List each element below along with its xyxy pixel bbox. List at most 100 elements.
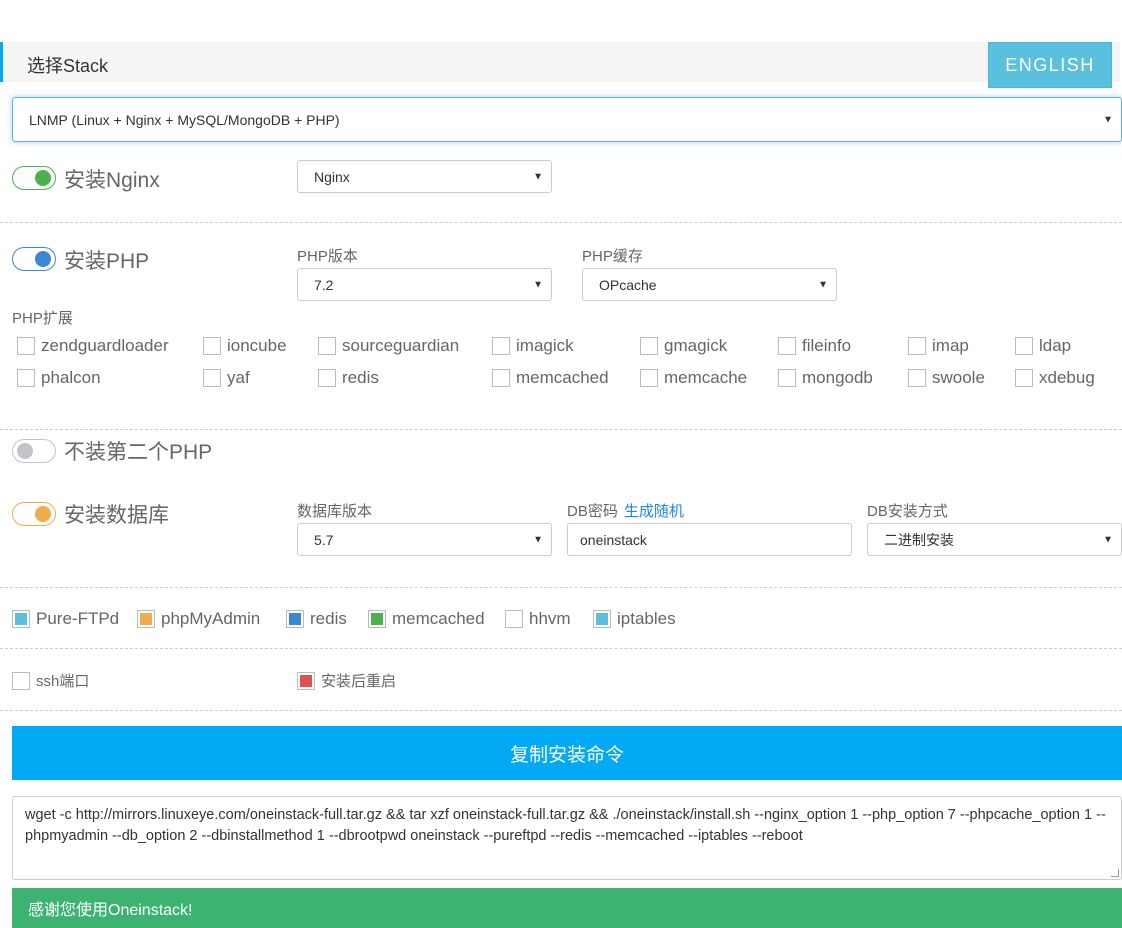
extra-checkbox-redis[interactable]: redis	[286, 609, 347, 629]
db-password-input[interactable]: oneinstack	[567, 523, 852, 556]
php-toggle-label: 安装PHP	[64, 250, 150, 273]
php-ext-label: imagick	[516, 336, 574, 355]
checkbox-box	[908, 369, 926, 387]
nginx-version-value: Nginx	[314, 168, 350, 185]
database-toggle-label: 安装数据库	[64, 504, 169, 527]
install-command-text: wget -c http://mirrors.linuxeye.com/onei…	[25, 807, 1106, 844]
php-toggle[interactable]	[12, 247, 56, 271]
extra-checkbox-phpmyadmin[interactable]: phpMyAdmin	[137, 609, 260, 629]
php-ext-checkbox-swoole[interactable]: swoole	[908, 368, 985, 388]
php-ext-checkbox-fileinfo[interactable]: fileinfo	[778, 336, 851, 356]
toggle-knob	[35, 506, 51, 522]
stack-header: 选择Stack	[0, 42, 1120, 82]
php-ext-checkbox-imap[interactable]: imap	[908, 336, 969, 356]
chevron-down-icon: ▼	[533, 171, 543, 182]
checkbox-box	[778, 369, 796, 387]
nginx-toggle[interactable]	[12, 166, 56, 190]
divider	[0, 587, 1122, 588]
db-version-select[interactable]: 5.7 ▼	[297, 523, 552, 556]
divider	[0, 429, 1122, 430]
ssh-port-checkbox[interactable]: ssh端口	[12, 670, 89, 691]
php-ext-label: PHP扩展	[12, 310, 73, 327]
english-button[interactable]: ENGLISH	[988, 42, 1112, 88]
php-cache-value: OPcache	[599, 276, 657, 293]
checkbox-fill	[371, 613, 383, 625]
checkbox-box	[17, 337, 35, 355]
extra-checkbox-iptables[interactable]: iptables	[593, 609, 676, 629]
php-ext-label: xdebug	[1039, 368, 1095, 387]
checkbox-box	[640, 369, 658, 387]
php-ext-checkbox-xdebug[interactable]: xdebug	[1015, 368, 1095, 388]
checkbox-box	[593, 610, 611, 628]
php-ext-checkbox-yaf[interactable]: yaf	[203, 368, 250, 388]
checkbox-fill	[289, 613, 301, 625]
stack-select-value: LNMP (Linux + Nginx + MySQL/MongoDB + PH…	[29, 111, 340, 128]
extra-checkbox-hhvm[interactable]: hhvm	[505, 609, 571, 629]
php-ext-checkbox-phalcon[interactable]: phalcon	[17, 368, 101, 388]
checkbox-box	[318, 337, 336, 355]
checkbox-box	[286, 610, 304, 628]
checkbox-box	[17, 369, 35, 387]
nginx-toggle-label: 安装Nginx	[64, 169, 160, 192]
php-ext-checkbox-redis[interactable]: redis	[318, 368, 379, 388]
php-version-select[interactable]: 7.2 ▼	[297, 268, 552, 301]
db-version-label: 数据库版本	[297, 503, 373, 520]
chevron-down-icon: ▼	[533, 279, 543, 290]
checkbox-box	[12, 671, 30, 690]
php-ext-label: memcache	[664, 368, 748, 387]
checkbox-box	[368, 610, 386, 628]
thanks-banner: 感谢您使用Oneinstack!	[12, 888, 1122, 928]
db-method-label: DB安装方式	[867, 503, 948, 520]
generate-random-link[interactable]: 生成随机	[624, 503, 684, 520]
checkbox-box	[12, 610, 30, 628]
db-password-value: oneinstack	[580, 531, 647, 548]
chevron-down-icon: ▼	[1103, 114, 1113, 125]
php-version-label: PHP版本	[297, 248, 358, 265]
db-method-value: 二进制安装	[884, 531, 954, 548]
checkbox-box	[137, 610, 155, 628]
reboot-checkbox[interactable]: 安装后重启	[297, 670, 396, 691]
php-ext-label: redis	[342, 368, 379, 387]
php-ext-checkbox-mongodb[interactable]: mongodb	[778, 368, 873, 388]
php-ext-label: gmagick	[664, 336, 728, 355]
reboot-label: 安装后重启	[321, 673, 397, 690]
extra-label: Pure-FTPd	[36, 609, 120, 628]
extra-label: memcached	[392, 609, 485, 628]
php-ext-checkbox-sourceguardian[interactable]: sourceguardian	[318, 336, 459, 356]
stack-select[interactable]: LNMP (Linux + Nginx + MySQL/MongoDB + PH…	[12, 97, 1122, 142]
php-ext-label: phalcon	[41, 368, 101, 387]
ssh-port-label: ssh端口	[36, 673, 90, 690]
resize-handle-icon[interactable]	[1111, 869, 1119, 877]
php-ext-label: sourceguardian	[342, 336, 460, 355]
php-ext-label: ldap	[1039, 336, 1072, 355]
checkbox-box	[640, 337, 658, 355]
install-command-textarea[interactable]: wget -c http://mirrors.linuxeye.com/onei…	[12, 796, 1122, 880]
second-php-toggle[interactable]	[12, 439, 56, 463]
checkbox-fill	[15, 613, 27, 625]
php-ext-checkbox-ldap[interactable]: ldap	[1015, 336, 1071, 356]
php-ext-label: imap	[932, 336, 969, 355]
divider	[0, 648, 1122, 649]
extra-checkbox-pure-ftpd[interactable]: Pure-FTPd	[12, 609, 119, 629]
db-password-label-text: DB密码	[567, 503, 618, 520]
php-ext-checkbox-memcached[interactable]: memcached	[492, 368, 609, 388]
php-ext-checkbox-gmagick[interactable]: gmagick	[640, 336, 727, 356]
db-method-select[interactable]: 二进制安装 ▼	[867, 523, 1122, 556]
checkbox-box	[778, 337, 796, 355]
database-toggle[interactable]	[12, 502, 56, 526]
php-ext-checkbox-zendguardloader[interactable]: zendguardloader	[17, 336, 169, 356]
php-ext-label: memcached	[516, 368, 609, 387]
nginx-version-select[interactable]: Nginx ▼	[297, 160, 552, 193]
php-cache-select[interactable]: OPcache ▼	[582, 268, 837, 301]
checkbox-box	[492, 337, 510, 355]
copy-command-button[interactable]: 复制安装命令	[12, 726, 1122, 780]
extra-checkbox-memcached[interactable]: memcached	[368, 609, 485, 629]
extra-label: phpMyAdmin	[161, 609, 261, 628]
php-ext-checkbox-memcache[interactable]: memcache	[640, 368, 747, 388]
php-ext-checkbox-ioncube[interactable]: ioncube	[203, 336, 287, 356]
checkbox-box	[318, 369, 336, 387]
php-ext-label: yaf	[227, 368, 250, 387]
checkbox-box	[492, 369, 510, 387]
php-ext-checkbox-imagick[interactable]: imagick	[492, 336, 574, 356]
checkbox-box	[203, 369, 221, 387]
